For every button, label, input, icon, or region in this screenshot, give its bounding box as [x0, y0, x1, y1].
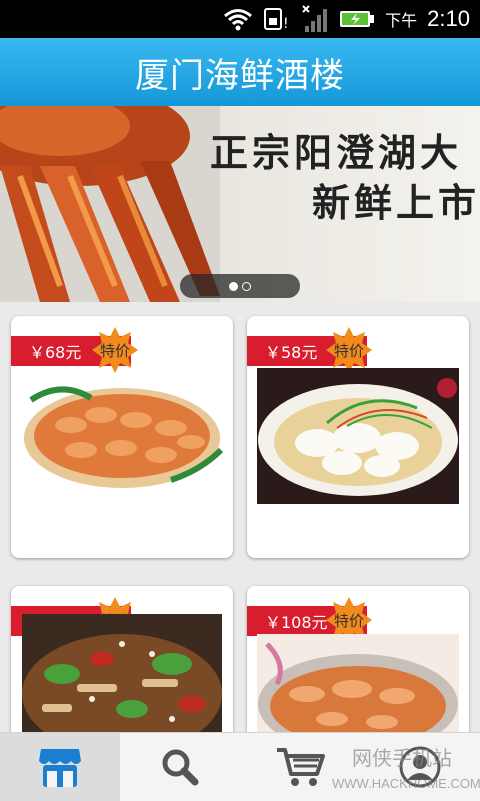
product-card[interactable]: ￥68元 特价	[11, 316, 233, 558]
cart-icon	[277, 748, 325, 786]
product-card[interactable]: ￥58元 特价	[247, 316, 469, 558]
fish-dish-image	[257, 368, 459, 504]
special-offer-badge: 特价	[325, 326, 373, 374]
store-icon	[39, 749, 81, 787]
search-icon	[162, 749, 199, 786]
banner-pager	[180, 274, 300, 298]
pager-dot[interactable]	[242, 281, 251, 291]
svg-text:!: !	[283, 16, 289, 32]
title-bar: 厦门海鲜酒楼	[0, 38, 480, 106]
hairy-crab-image	[0, 106, 220, 302]
battery-charging-icon	[339, 9, 375, 29]
status-time: 2:10	[427, 6, 470, 31]
banner-headline: 正宗阳澄湖大	[210, 130, 463, 175]
pager-dot-active[interactable]	[229, 281, 238, 291]
status-bar: ! 下午 2:10	[0, 0, 480, 38]
nav-store[interactable]	[0, 733, 120, 801]
page-title: 厦门海鲜酒楼	[135, 55, 345, 96]
stir-fry-dish-image	[22, 614, 222, 734]
wifi-icon	[223, 7, 253, 31]
promo-banner[interactable]: 正宗阳澄湖大 新鲜上市	[0, 106, 480, 302]
sim-card-icon: !	[263, 6, 289, 32]
watermark-text: 网侠手机站	[352, 746, 452, 770]
status-ampm: 下午	[385, 11, 418, 30]
banner-subline: 新鲜上市	[312, 180, 480, 225]
signal-icon	[299, 4, 329, 34]
shrimp-dish-image	[21, 380, 223, 490]
nav-search[interactable]	[120, 733, 240, 801]
seafood-platter-image	[257, 634, 459, 744]
watermark-url: WWW.HACKHOME.COM	[332, 776, 480, 791]
special-offer-badge: 特价	[91, 326, 139, 374]
